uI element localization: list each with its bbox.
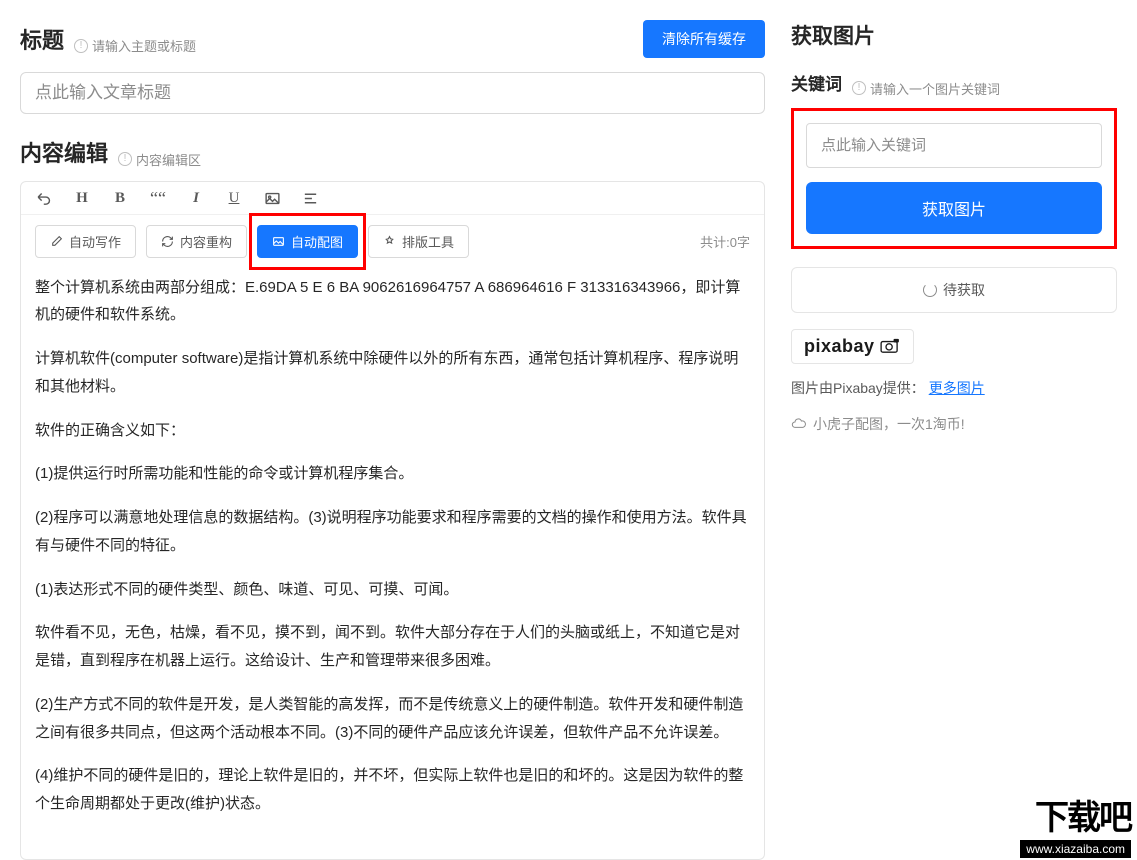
- cloud-icon: [791, 417, 807, 431]
- paragraph: (2)程序可以满意地处理信息的数据结构。(3)说明程序功能要求和程序需要的文档的…: [35, 504, 750, 560]
- image-credit: 图片由Pixabay提供： 更多图片: [791, 378, 1117, 398]
- quote-icon[interactable]: ““: [149, 190, 167, 208]
- editor-label: 内容编辑: [20, 136, 108, 168]
- paragraph: (2)生产方式不同的软件是开发，是人类智能的高发挥，而不是传统意义上的硬件制造。…: [35, 691, 750, 747]
- underline-icon[interactable]: U: [225, 190, 243, 208]
- paragraph: 软件看不见，无色，枯燥，看不见，摸不到，闻不到。软件大部分存在于人们的头脑或纸上…: [35, 619, 750, 675]
- editor-container: H B ““ I U 自动写作 内容重: [20, 181, 765, 860]
- paragraph: (1)表达形式不同的硬件类型、颜色、味道、可见、可摸、可闻。: [35, 576, 750, 604]
- editor-content-area[interactable]: 整个计算机系统由两部分组成：E.69DA 5 E 6 BA 9062616964…: [21, 270, 764, 848]
- promo-line: 小虎子配图，一次1淘币!: [791, 414, 1117, 434]
- paragraph: 计算机软件(computer software)是指计算机系统中除硬件以外的所有…: [35, 345, 750, 401]
- auto-write-button[interactable]: 自动写作: [35, 225, 136, 258]
- action-toolbar: 自动写作 内容重构 自动配图 排版工具 共计:0字: [21, 215, 764, 270]
- editor-hint: ! 内容编辑区: [118, 150, 201, 169]
- paragraph: (4)维护不同的硬件是旧的，理论上软件是旧的，并不坏，但实际上软件也是旧的和坏的…: [35, 762, 750, 818]
- auto-image-button[interactable]: 自动配图: [257, 225, 358, 258]
- title-hint: ! 请输入主题或标题: [74, 36, 196, 55]
- pending-panel: 待获取: [791, 267, 1117, 313]
- align-icon[interactable]: [301, 190, 319, 208]
- spinner-icon: [923, 283, 937, 297]
- paragraph: 整个计算机系统由两部分组成：E.69DA 5 E 6 BA 9062616964…: [35, 274, 750, 330]
- keyword-label-row: 关键词 ! 请输入一个图片关键词: [791, 70, 1117, 98]
- pixabay-logo: pixabay: [791, 329, 914, 364]
- info-icon: !: [852, 81, 866, 95]
- title-section-header: 标题 ! 请输入主题或标题 清除所有缓存: [20, 20, 765, 58]
- editor-section-header: 内容编辑 ! 内容编辑区: [20, 136, 765, 169]
- watermark: 下载吧 www.xiazaiba.com: [987, 790, 1137, 860]
- article-title-input[interactable]: [20, 72, 765, 114]
- italic-icon[interactable]: I: [187, 190, 205, 208]
- format-toolbar: H B ““ I U: [21, 182, 764, 215]
- title-label: 标题: [20, 23, 64, 55]
- heading-icon[interactable]: H: [73, 190, 91, 208]
- keyword-hint: ! 请输入一个图片关键词: [852, 79, 1000, 98]
- info-icon: !: [74, 39, 88, 53]
- clear-cache-button[interactable]: 清除所有缓存: [643, 20, 765, 58]
- word-count: 共计:0字: [700, 232, 750, 251]
- undo-icon[interactable]: [35, 190, 53, 208]
- restructure-button[interactable]: 内容重构: [146, 225, 247, 258]
- layout-tool-button[interactable]: 排版工具: [368, 225, 469, 258]
- paragraph: (1)提供运行时所需功能和性能的命令或计算机程序集合。: [35, 460, 750, 488]
- keyword-highlight-box: 获取图片: [791, 108, 1117, 249]
- image-icon[interactable]: [263, 190, 281, 208]
- info-icon: !: [118, 152, 132, 166]
- keyword-label: 关键词: [791, 70, 842, 95]
- camera-icon: [879, 338, 901, 354]
- paragraph: 软件的正确含义如下：: [35, 417, 750, 445]
- bold-icon[interactable]: B: [111, 190, 129, 208]
- image-panel-title: 获取图片: [791, 20, 1117, 50]
- more-images-link[interactable]: 更多图片: [929, 380, 985, 396]
- keyword-input[interactable]: [806, 123, 1102, 168]
- fetch-image-button[interactable]: 获取图片: [806, 182, 1102, 234]
